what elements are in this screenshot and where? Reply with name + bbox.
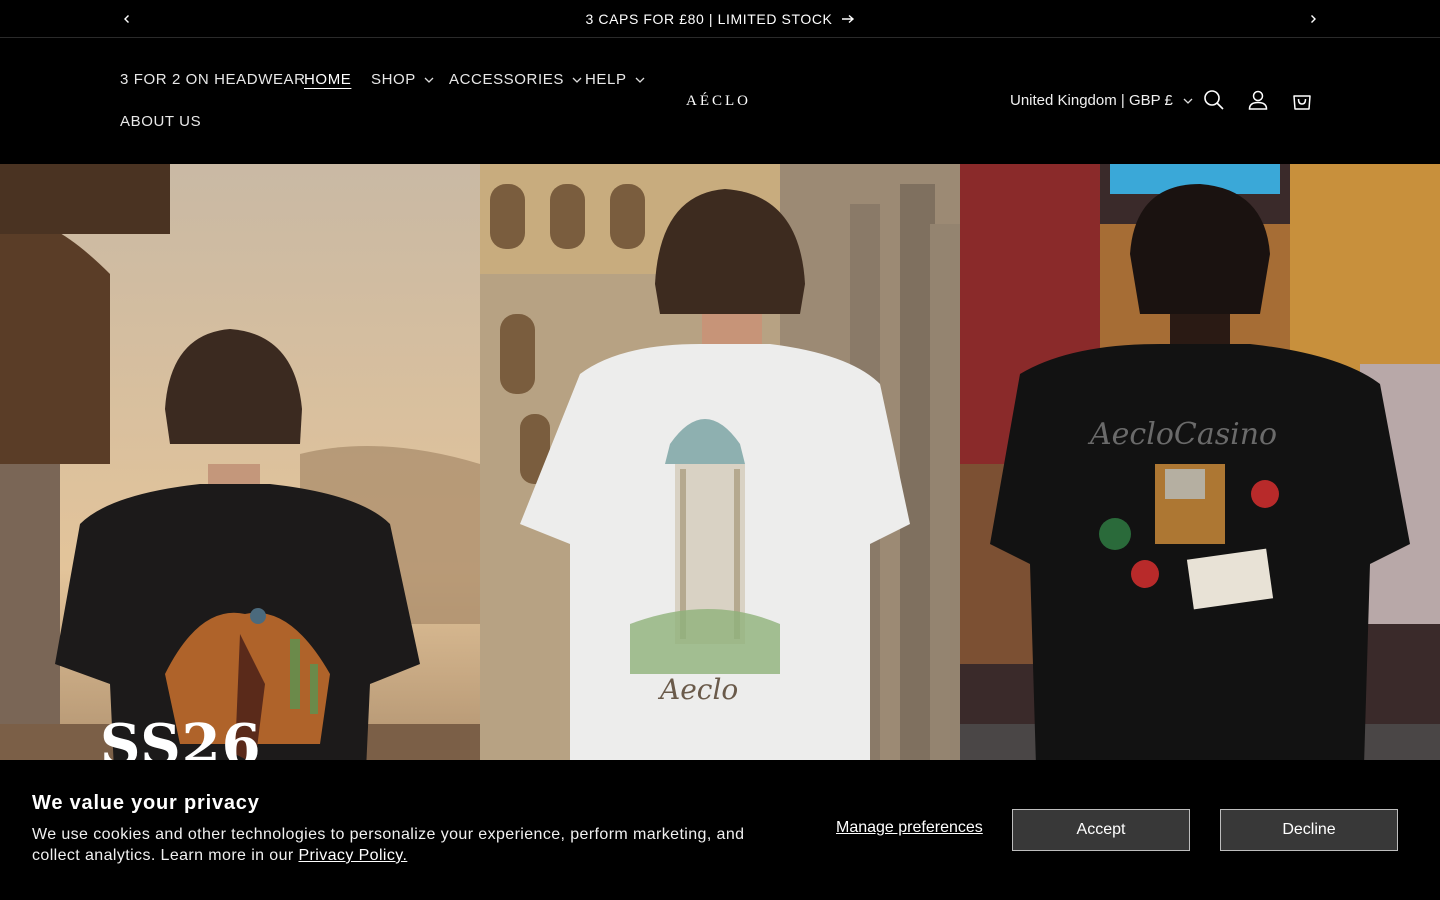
brand-logo[interactable]: AÉCLO xyxy=(686,93,751,110)
chevron-down-icon xyxy=(1183,98,1193,104)
announcement-next-button[interactable] xyxy=(1303,9,1323,29)
chevron-down-icon xyxy=(572,77,582,83)
chevron-down-icon xyxy=(424,77,434,83)
nav-label: HOME xyxy=(304,71,352,88)
nav-label: SHOP xyxy=(371,71,416,88)
nav-item-about-us[interactable]: ABOUT US xyxy=(120,113,201,130)
svg-text:Aeclo: Aeclo xyxy=(657,673,738,706)
cookie-title: We value your privacy xyxy=(32,792,260,814)
nav-item-accessories[interactable]: ACCESSORIES xyxy=(449,71,582,88)
nav-item-shop[interactable]: SHOP xyxy=(371,71,434,88)
manage-preferences-link[interactable]: Manage preferences xyxy=(836,819,983,837)
account-button[interactable] xyxy=(1246,88,1270,112)
chevron-right-icon xyxy=(1311,15,1316,23)
privacy-policy-link[interactable]: Privacy Policy. xyxy=(298,847,407,864)
nav-label: HELP xyxy=(585,71,627,88)
cart-button[interactable] xyxy=(1290,88,1314,112)
svg-text:AecloCasino: AecloCasino xyxy=(1087,417,1277,452)
nav-item-home[interactable]: HOME xyxy=(304,71,351,88)
announcement-text: 3 CAPS FOR £80 | LIMITED STOCK xyxy=(585,10,833,27)
announcement-prev-button[interactable] xyxy=(117,9,137,29)
accept-button[interactable]: Accept xyxy=(1012,809,1190,851)
nav-label: ACCESSORIES xyxy=(449,71,564,88)
country-selector[interactable]: United Kingdom | GBP £ xyxy=(1010,92,1193,109)
account-icon xyxy=(1248,90,1268,110)
search-button[interactable] xyxy=(1202,88,1226,112)
cart-icon xyxy=(1293,95,1311,110)
announcement-bar: 3 CAPS FOR £80 | LIMITED STOCK xyxy=(0,0,1440,38)
chevron-down-icon xyxy=(635,77,645,83)
decline-button[interactable]: Decline xyxy=(1220,809,1398,851)
site-header: 3 FOR 2 ON HEADWEAR HOME SHOP ACCESSORIE… xyxy=(0,39,1440,164)
nav-item-help[interactable]: HELP xyxy=(585,71,645,88)
cookie-body: We use cookies and other technologies to… xyxy=(32,824,752,866)
nav-label: ABOUT US xyxy=(120,113,202,130)
nav-item-headwear-offer[interactable]: 3 FOR 2 ON HEADWEAR xyxy=(120,71,306,88)
arrow-right-icon xyxy=(841,14,854,23)
search-icon xyxy=(1204,90,1224,110)
nav-label: 3 FOR 2 ON HEADWEAR xyxy=(120,71,306,88)
cookie-banner: We value your privacy We use cookies and… xyxy=(0,760,1440,900)
chevron-left-icon xyxy=(124,15,129,23)
country-selector-label: United Kingdom | GBP £ xyxy=(1010,92,1173,109)
announcement-link[interactable]: 3 CAPS FOR £80 | LIMITED STOCK xyxy=(586,11,855,27)
